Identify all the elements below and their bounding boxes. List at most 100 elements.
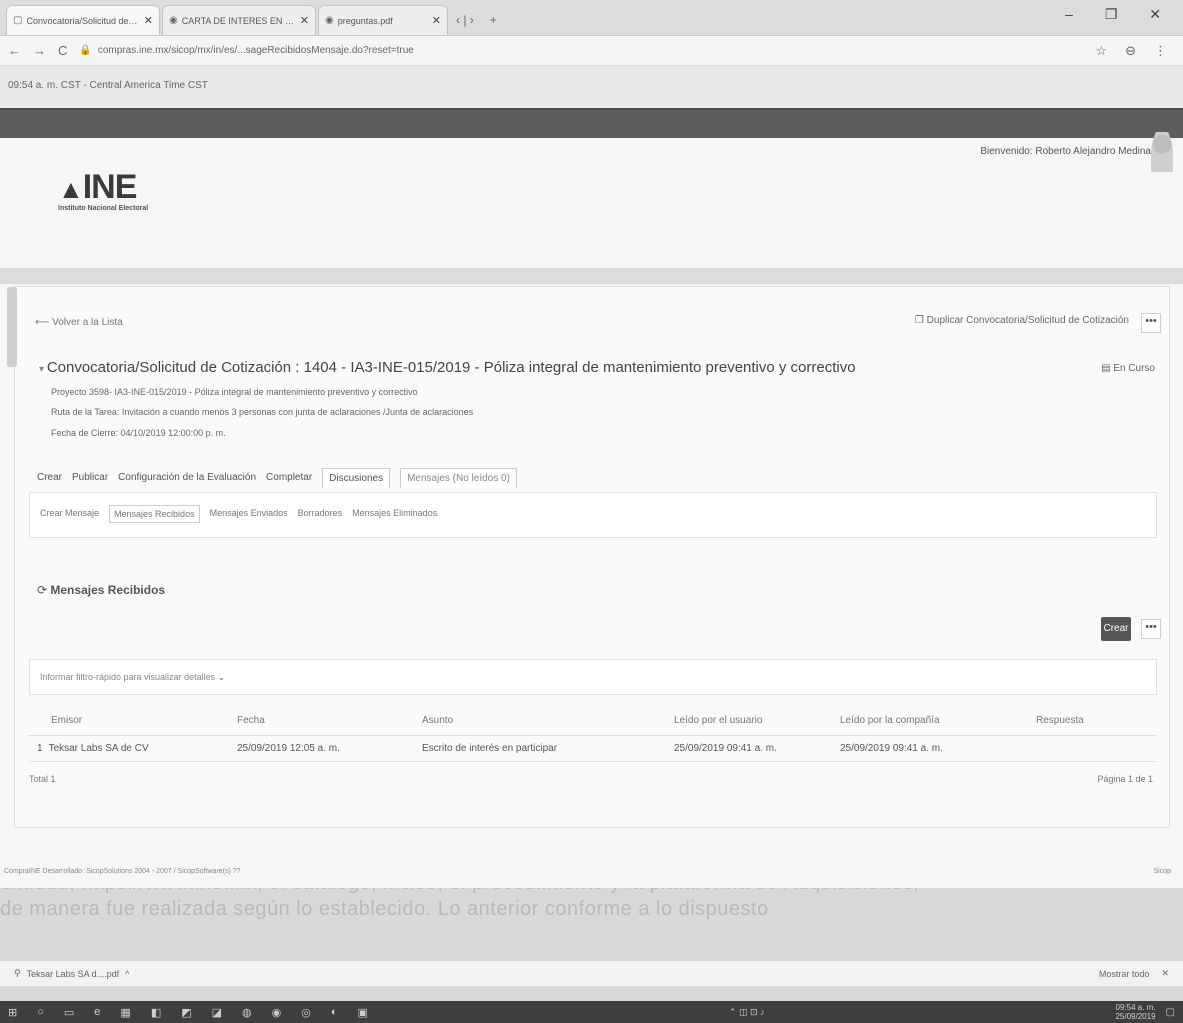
- chevron-down-icon: ⌄: [217, 672, 226, 682]
- show-all-link[interactable]: Mostrar todo: [1099, 969, 1150, 979]
- browser-tab-3[interactable]: ◉ preguntas.pdf ✕: [318, 5, 448, 35]
- tab-crear[interactable]: Crear: [37, 468, 62, 488]
- tab-configuracion[interactable]: Configuración de la Evaluación: [118, 468, 256, 488]
- close-icon[interactable]: ✕: [1161, 968, 1169, 979]
- page-title: ▾ Convocatoria/Solicitud de Cotización :…: [39, 359, 856, 376]
- chrome-favicon-icon: ◉: [325, 15, 334, 26]
- copyright-text: CompraINE Desarrollado: SicopSolutions 2…: [4, 868, 241, 875]
- tab-search-icon[interactable]: ‹ | ›: [456, 13, 474, 27]
- side-drawer-handle[interactable]: [7, 287, 17, 367]
- chrome-icon[interactable]: ◎: [301, 1006, 311, 1019]
- back-arrow-icon[interactable]: ←: [8, 43, 21, 58]
- more-actions-button[interactable]: •••: [1141, 313, 1161, 333]
- forward-arrow-icon[interactable]: →: [33, 43, 46, 58]
- duplicate-link[interactable]: ❐ Duplicar Convocatoria/Solicitud de Cot…: [915, 315, 1129, 326]
- app-page: Bienvenido: Roberto Alejandro Medina ▲IN…: [0, 132, 1183, 888]
- route-text: Ruta de la Tarea: Invitación a cuando me…: [51, 407, 474, 417]
- bookmark-star-icon[interactable]: ☆: [1095, 43, 1115, 59]
- cell-respuesta: [1028, 735, 1157, 762]
- download-bar: ⚲ Teksar Labs SA d....pdf ^ Mostrar todo…: [0, 960, 1183, 986]
- back-to-list-link[interactable]: ⟵ Volver a la Lista: [35, 317, 123, 328]
- acrobat-icon[interactable]: ▣: [358, 1006, 368, 1019]
- browser-tab-1[interactable]: ▢ Convocatoria/Solicitud de Cotiz ✕: [6, 5, 160, 35]
- lock-icon: 🔒: [79, 45, 92, 56]
- collapse-chevron-icon[interactable]: ▾: [39, 364, 47, 375]
- reload-icon[interactable]: C: [58, 43, 67, 58]
- quick-filter-select[interactable]: Informar filtro-rápido para visualizar d…: [40, 672, 225, 683]
- col-leido-compania[interactable]: Leído por la compañía: [832, 707, 1028, 736]
- profile-icon[interactable]: ⊖: [1125, 43, 1144, 59]
- edge-icon[interactable]: e: [94, 1006, 100, 1018]
- section-title: ⟳ Mensajes Recibidos: [37, 583, 166, 597]
- file-explorer-icon[interactable]: ▦: [120, 1006, 130, 1019]
- avatar[interactable]: [1151, 132, 1173, 172]
- taskbar-app-icon[interactable]: ◍: [242, 1006, 252, 1019]
- subtab-borradores[interactable]: Borradores: [298, 505, 343, 523]
- tray-icons[interactable]: ⌃ ◫ ⊡ ♪: [729, 1007, 765, 1018]
- taskbar-app-icon[interactable]: ◐: [331, 1006, 338, 1018]
- pagination-text: Página 1 de 1: [1097, 774, 1153, 784]
- tab-mensajes[interactable]: Mensajes (No leídos 0): [400, 468, 517, 488]
- main-tabs: Crear Publicar Configuración de la Evalu…: [37, 468, 527, 488]
- col-emisor[interactable]: Emisor: [29, 707, 229, 736]
- subtab-crear-mensaje[interactable]: Crear Mensaje: [40, 505, 99, 523]
- time-bar: 09:54 a. m. CST - Central America Time C…: [0, 66, 1183, 108]
- subtab-mensajes-eliminados[interactable]: Mensajes Eliminados: [352, 505, 437, 523]
- task-view-icon[interactable]: ▭: [64, 1006, 74, 1019]
- subtab-mensajes-recibidos[interactable]: Mensajes Recibidos: [109, 505, 200, 523]
- url-input[interactable]: 🔒 compras.ine.mx/sicop/mx/in/es/...sageR…: [79, 40, 1085, 62]
- tab-publicar[interactable]: Publicar: [72, 468, 108, 488]
- chrome-favicon-icon: ◉: [169, 15, 178, 26]
- refresh-icon[interactable]: ⟳: [37, 583, 50, 597]
- chrome-icon[interactable]: ◉: [272, 1006, 282, 1019]
- search-icon[interactable]: ○: [37, 1006, 44, 1018]
- taskbar-app-icon[interactable]: ◩: [181, 1006, 191, 1019]
- windows-start-icon[interactable]: ⊞: [8, 1006, 17, 1019]
- col-leido-usuario[interactable]: Leído por el usuario: [666, 707, 832, 736]
- cell-fecha: 25/09/2019 12:05 a. m.: [229, 735, 414, 762]
- col-respuesta[interactable]: Respuesta: [1028, 707, 1157, 736]
- tab-discusiones[interactable]: Discusiones: [322, 468, 391, 488]
- cell-asunto[interactable]: Escrito de interés en participar: [414, 735, 666, 762]
- col-asunto[interactable]: Asunto: [414, 707, 666, 736]
- filter-box: Informar filtro-rápido para visualizar d…: [29, 659, 1157, 695]
- close-tab-icon[interactable]: ✕: [432, 14, 441, 27]
- browser-tab-bar: ▢ Convocatoria/Solicitud de Cotiz ✕ ◉ CA…: [0, 0, 1183, 36]
- close-date-text: Fecha de Cierre: 04/10/2019 12:00:00 p. …: [51, 428, 226, 438]
- close-tab-icon[interactable]: ✕: [144, 14, 153, 27]
- close-tab-icon[interactable]: ✕: [300, 14, 309, 27]
- status-icon: ▤: [1101, 363, 1114, 374]
- subtab-mensajes-enviados[interactable]: Mensajes Enviados: [210, 505, 288, 523]
- browser-tab-2[interactable]: ◉ CARTA DE INTERES EN PARTICIP ✕: [162, 5, 316, 35]
- taskbar-app-icon[interactable]: ◪: [212, 1006, 222, 1019]
- taskbar-app-icon[interactable]: ◧: [151, 1006, 161, 1019]
- separator-band: [0, 268, 1183, 284]
- more-actions-button[interactable]: •••: [1141, 619, 1161, 639]
- notification-icon[interactable]: ▢: [1166, 1007, 1175, 1018]
- col-fecha[interactable]: Fecha: [229, 707, 414, 736]
- copy-icon: ❐: [914, 315, 927, 326]
- address-bar: ← → C 🔒 compras.ine.mx/sicop/mx/in/es/..…: [0, 36, 1183, 66]
- page-favicon-icon: ▢: [13, 15, 23, 26]
- windows-taskbar: ⊞ ○ ▭ e ▦ ◧ ◩ ◪ ◍ ◉ ◎ ◐ ▣ ⌃ ◫ ⊡ ♪ 09:54 …: [0, 1001, 1183, 1023]
- subtabs-panel: Crear Mensaje Mensajes Recibidos Mensaje…: [29, 492, 1157, 538]
- download-item[interactable]: Teksar Labs SA d....pdf: [27, 969, 120, 979]
- ine-logo-mark-icon: ▲: [58, 174, 84, 204]
- window-controls[interactable]: – ❐ ✕: [1065, 6, 1175, 23]
- procurement-card: ⟵ Volver a la Lista ❐ Duplicar Convocato…: [7, 286, 1170, 828]
- create-button[interactable]: Crear: [1101, 617, 1131, 641]
- tab-completar[interactable]: Completar: [266, 468, 312, 488]
- taskbar-clock[interactable]: 09:54 a. m. 25/09/2019: [1115, 1003, 1155, 1021]
- welcome-text: Bienvenido: Roberto Alejandro Medina: [980, 146, 1151, 157]
- chevron-up-icon[interactable]: ^: [125, 969, 129, 979]
- total-count: Total 1: [29, 774, 56, 784]
- background-text-line: de manera fue realizada según lo estable…: [0, 898, 769, 920]
- pdf-file-icon: ⚲: [14, 968, 21, 978]
- back-arrow-icon: ⟵: [35, 317, 53, 328]
- new-tab-icon[interactable]: +: [490, 13, 497, 27]
- menu-kebab-icon[interactable]: ⋮: [1154, 43, 1175, 59]
- footer-brand: Sicop: [1153, 868, 1171, 875]
- cell-leido-compania: 25/09/2019 09:41 a. m.: [832, 735, 1028, 762]
- cell-emisor[interactable]: 1 Teksar Labs SA de CV: [29, 735, 229, 762]
- table-row[interactable]: 1 Teksar Labs SA de CV 25/09/2019 12:05 a…: [29, 735, 1157, 762]
